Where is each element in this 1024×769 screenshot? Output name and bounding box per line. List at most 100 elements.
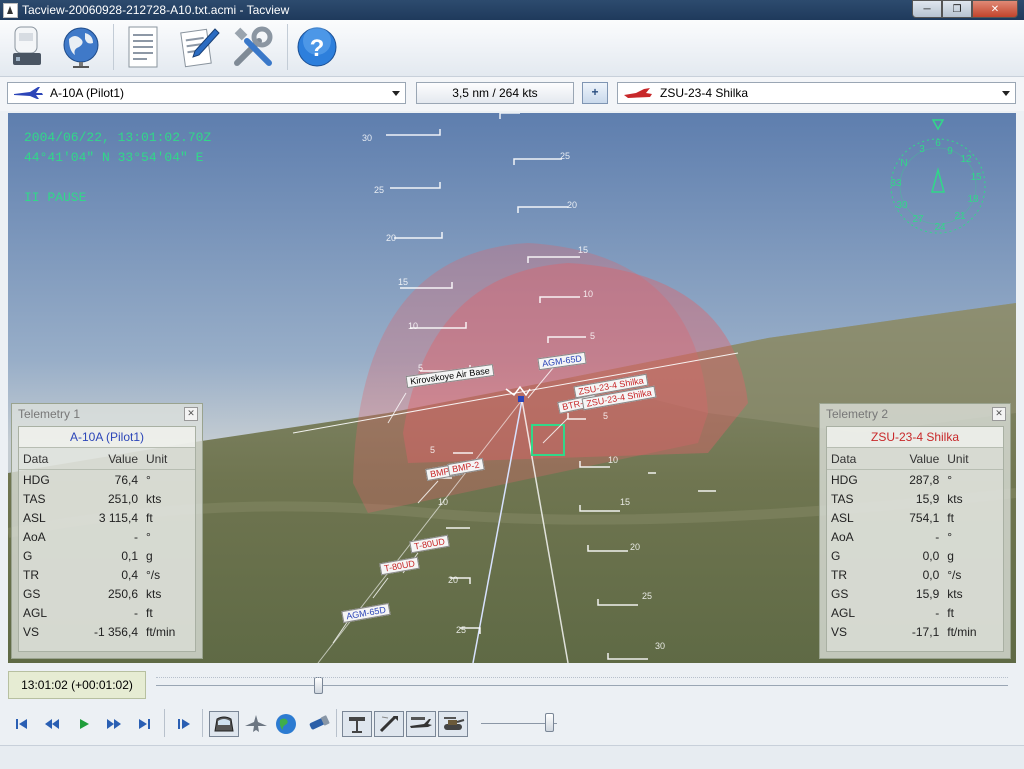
- show-ground-units-button[interactable]: [438, 711, 468, 737]
- table-row: ASL 3 115,4 ft: [19, 508, 195, 527]
- globe-icon: [63, 27, 99, 68]
- fast-forward-button[interactable]: [100, 711, 128, 737]
- column-header: Value: [882, 448, 944, 470]
- telemetry-panel-1[interactable]: Telemetry 1 ✕ A-10A (Pilot1) Data Value …: [11, 403, 203, 659]
- timeline-slider[interactable]: [156, 677, 1008, 694]
- play-icon: [80, 719, 89, 729]
- show-aircraft-button[interactable]: [406, 711, 436, 737]
- distance-readout: 3,5 nm / 264 kts: [416, 82, 574, 104]
- close-icon[interactable]: ✕: [184, 407, 198, 421]
- close-button[interactable]: ✕: [972, 0, 1018, 18]
- table-row: VS -1 356,4 ft/min: [19, 622, 195, 641]
- table-row: TAS 15,9 kts: [827, 489, 1003, 508]
- skip-start-button[interactable]: [8, 711, 36, 737]
- telemetry-value: 0,0: [922, 548, 940, 563]
- telemetry-value: 76,4: [114, 472, 138, 487]
- primary-object-select[interactable]: A-10A (Pilot1): [7, 82, 406, 104]
- telemetry-value: 3 115,4: [98, 510, 138, 525]
- add-object-button[interactable]: +: [582, 82, 608, 104]
- show-labels-button[interactable]: [342, 711, 372, 737]
- telemetry-label: GS: [831, 586, 849, 601]
- edit-icon: [180, 28, 220, 68]
- help-icon: ?: [297, 27, 337, 67]
- telemetry-table: Data Value Unit HDG 76,4 ° TAS 251,0 kts ASL 3 …: [19, 448, 195, 641]
- svg-text:25: 25: [560, 151, 570, 161]
- telemetry-label: AoA: [23, 529, 46, 544]
- table-row: AGL - ft: [827, 603, 1003, 622]
- settings-button[interactable]: [230, 24, 276, 70]
- telemetry-value: -17,1: [911, 624, 940, 639]
- svg-text:?: ?: [310, 35, 325, 62]
- panel-title: Telemetry 2: [826, 407, 889, 421]
- step-frame-button[interactable]: [170, 711, 198, 737]
- sam-vehicle-icon: [624, 88, 652, 98]
- pause-indicator: II PAUSE: [24, 190, 87, 205]
- play-button[interactable]: [70, 711, 98, 737]
- app-icon: [3, 3, 18, 18]
- telemetry-value: -: [134, 605, 138, 620]
- telemetry-value: -: [935, 529, 940, 544]
- speed-slider-handle[interactable]: [545, 713, 555, 732]
- table-row: TR 0,0 °/s: [827, 565, 1003, 584]
- svg-text:3: 3: [919, 144, 925, 155]
- 3d-viewport[interactable]: 30 25 20 15 10 5 25 20 15 10 5 5 10 15 20 25 30 5 10…: [8, 113, 1016, 663]
- table-row: ASL 754,1 ft: [827, 508, 1003, 527]
- telemetry-unit: °/s: [947, 567, 962, 582]
- telemetry-label: ASL: [23, 510, 46, 525]
- table-row: VS -17,1 ft/min: [827, 622, 1003, 641]
- show-weapons-button[interactable]: [374, 711, 404, 737]
- cockpit-view-button[interactable]: [209, 711, 239, 737]
- svg-text:33: 33: [890, 178, 902, 189]
- timeline-ticks: [156, 671, 1008, 678]
- telemetry-value: 287,8: [909, 472, 940, 487]
- report-button[interactable]: [120, 24, 166, 70]
- svg-text:N: N: [900, 158, 907, 169]
- playback-speed-slider[interactable]: [481, 713, 557, 732]
- telemetry-label: HDG: [23, 472, 50, 487]
- svg-text:10: 10: [583, 289, 593, 299]
- external-view-button[interactable]: [242, 711, 270, 737]
- telemetry-value: 251,0: [107, 491, 138, 506]
- globe-view-button[interactable]: [272, 711, 300, 737]
- telemetry-label: TR: [23, 567, 39, 582]
- telemetry-unit: kts: [947, 491, 963, 506]
- telemetry-value: 15,9: [915, 586, 940, 601]
- telemetry-panel-2[interactable]: Telemetry 2 ✕ ZSU-23-4 Shilka Data Value…: [819, 403, 1011, 659]
- cockpit-view-icon: [214, 716, 234, 732]
- telemetry-unit: °/s: [146, 567, 161, 582]
- chevron-down-icon: [392, 91, 400, 96]
- telemetry-label: GS: [23, 586, 41, 601]
- table-row: AoA - °: [19, 527, 195, 546]
- open-flight-button[interactable]: [4, 24, 50, 70]
- close-icon[interactable]: ✕: [992, 407, 1006, 421]
- telemetry-label: AoA: [831, 529, 854, 544]
- svg-text:18: 18: [967, 194, 979, 205]
- toolbar-separator: [202, 709, 203, 737]
- rewind-button[interactable]: [38, 711, 66, 737]
- svg-text:20: 20: [630, 542, 640, 552]
- notes-button[interactable]: [176, 24, 222, 70]
- timeline-handle[interactable]: [313, 677, 323, 694]
- satellite-view-button[interactable]: [304, 711, 332, 737]
- table-row: AGL - ft: [19, 603, 195, 622]
- toolbar-separator: [113, 24, 114, 70]
- telemetry-value: 15,9: [915, 491, 940, 506]
- telemetry-object-name: ZSU-23-4 Shilka: [827, 427, 1003, 448]
- document-icon: [128, 26, 158, 68]
- status-bar: [0, 745, 1024, 769]
- globe-button[interactable]: [58, 24, 104, 70]
- telemetry-unit: kts: [146, 586, 162, 601]
- minimize-button[interactable]: ─: [912, 0, 942, 18]
- rewind-icon: [45, 719, 59, 729]
- maximize-button[interactable]: ❐: [942, 0, 972, 18]
- primary-object-label: A-10A (Pilot1): [50, 86, 125, 100]
- skip-end-button[interactable]: [130, 711, 158, 737]
- telemetry-value: 0,4: [121, 567, 138, 582]
- secondary-object-select[interactable]: ZSU-23-4 Shilka: [617, 82, 1016, 104]
- table-row: HDG 76,4 °: [19, 470, 195, 490]
- telemetry-unit: ft: [947, 510, 954, 525]
- svg-text:5: 5: [603, 411, 608, 421]
- telemetry-unit: kts: [947, 586, 963, 601]
- table-row: G 0,1 g: [19, 546, 195, 565]
- help-button[interactable]: ?: [294, 24, 340, 70]
